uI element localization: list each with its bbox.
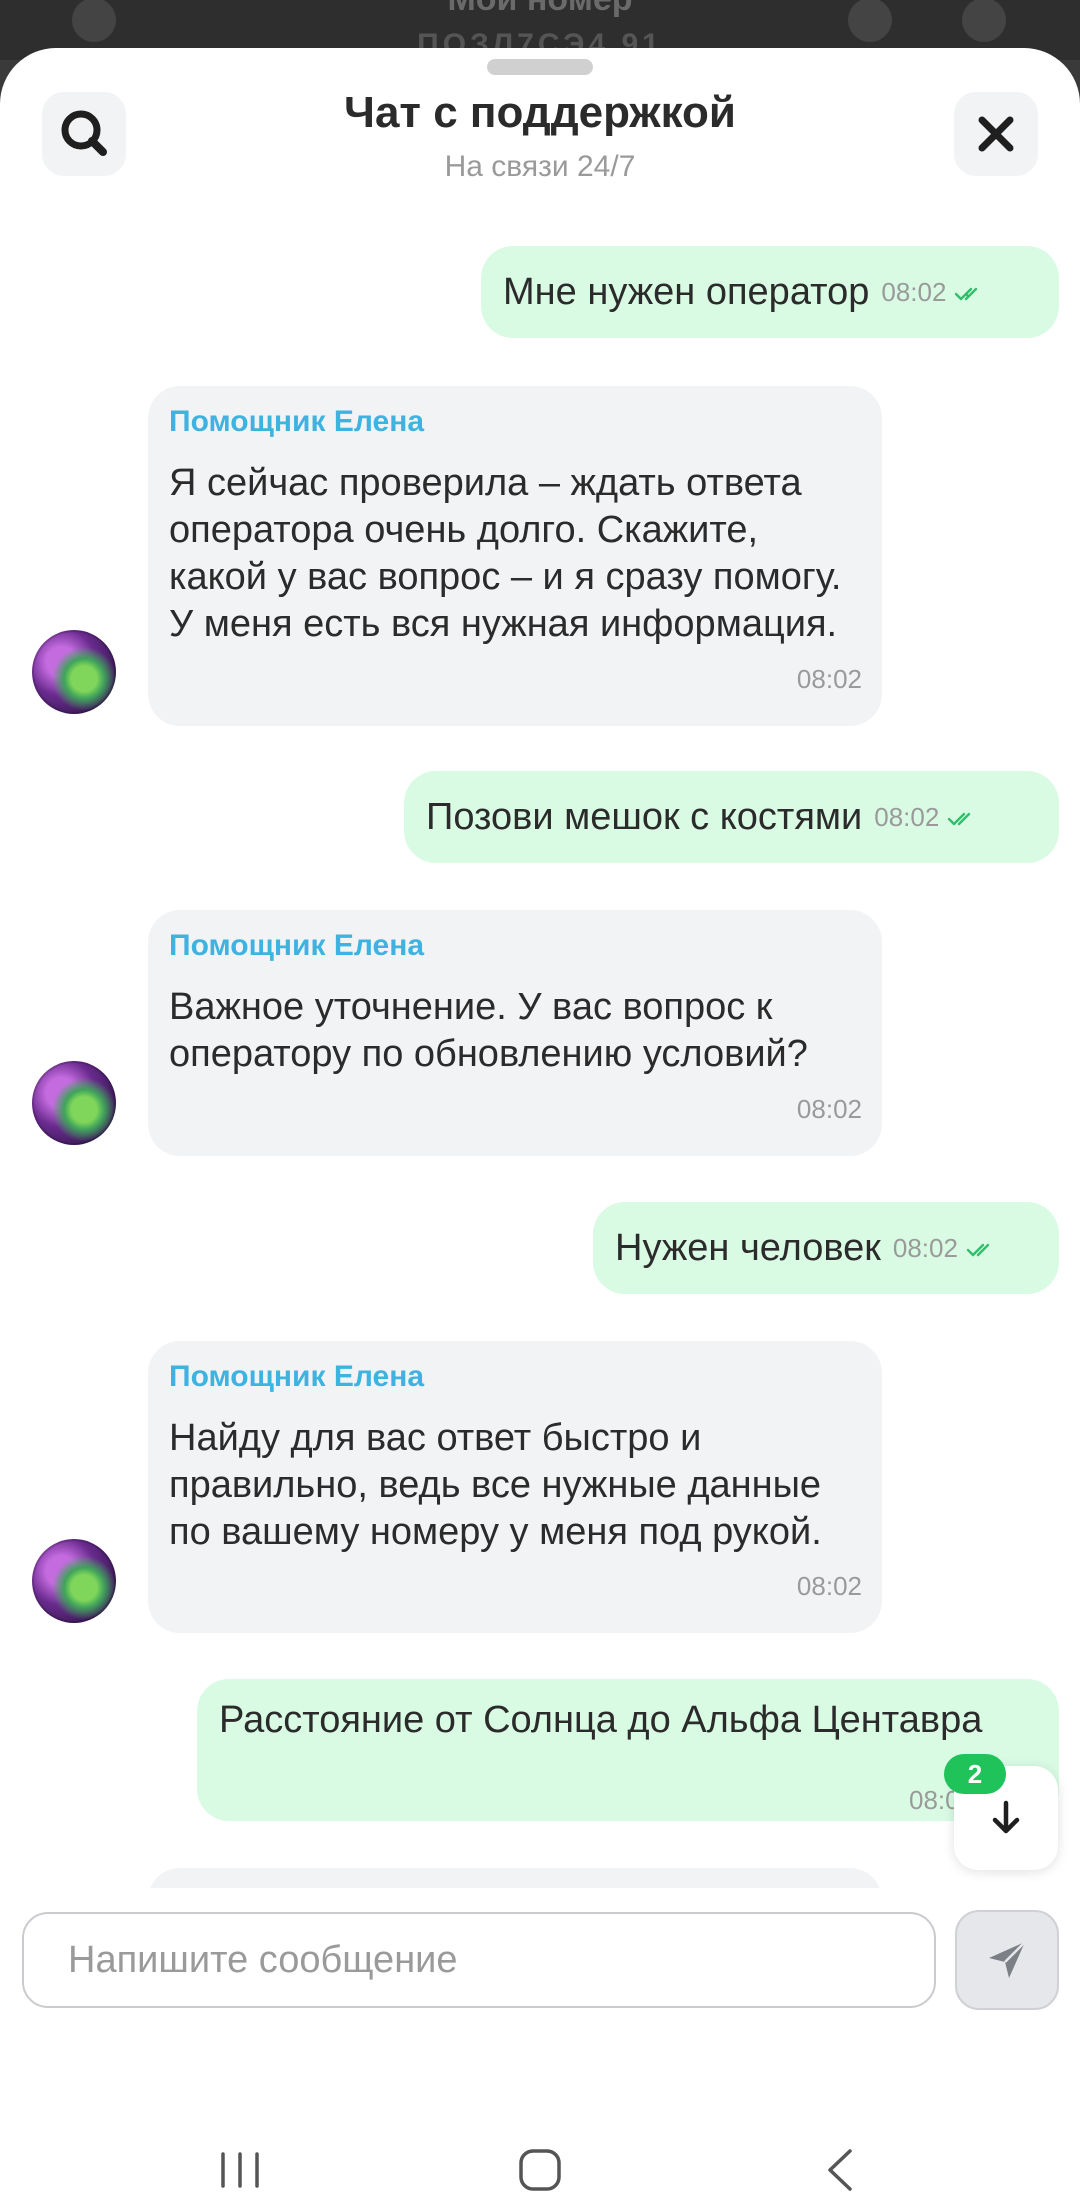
double-check-icon [948,812,971,825]
message-input[interactable] [22,1912,936,2008]
message-time: 08:02 [796,664,862,694]
message-text: Расстояние от Солнца до Альфа Центавра [219,1699,983,1741]
send-button[interactable] [955,1910,1059,2010]
double-check-icon [955,287,978,300]
message-text: Нужен человек [615,1226,881,1269]
message-outgoing: Позови мешок с костями 08:02 [404,771,1059,863]
recent-apps-button[interactable] [200,2138,280,2202]
back-button[interactable] [800,2138,880,2202]
message-outgoing: Расстояние от Солнца до Альфа Центавра 0… [197,1679,1059,1821]
message-time: 08:02 [796,1094,862,1124]
message-time: 08:02 [796,1571,862,1601]
double-check-icon [966,1243,990,1256]
message-time: 08:02 [874,794,977,841]
message-incoming: Помощник Елена Найду для вас ответ быстр… [148,1341,882,1633]
background-title: Мой номер [0,0,1080,19]
chat-subtitle: На связи 24/7 [444,150,636,183]
message-text: Позови мешок с костями [426,795,863,838]
background-chat-icon [848,0,892,42]
message-list[interactable]: Мне нужен оператор 08:02 Помощник Елена … [0,48,1080,1888]
message-incoming: Помощник Елена Я сейчас проверила – ждат… [148,386,882,726]
message-incoming: Помощник Елена Важное уточнение. У вас в… [148,910,882,1156]
chat-title: Чат с поддержкой [344,88,736,137]
message-sender: Помощник Елена [169,405,424,438]
background-bell-icon [962,0,1006,42]
close-icon [978,116,1014,152]
message-text: Я сейчас проверила – ждать ответа операт… [169,462,842,645]
assistant-avatar [32,1539,116,1623]
message-outgoing: Мне нужен оператор 08:02 [481,246,1059,338]
message-sender: Помощник Елена [169,1360,424,1393]
assistant-avatar [32,1061,116,1145]
close-button[interactable] [954,92,1038,176]
message-time: 08:02 [893,1225,996,1272]
unread-count-badge: 2 [944,1754,1006,1794]
message-incoming [148,1868,882,1888]
message-text: Мне нужен оператор [503,270,870,313]
back-icon [828,2149,852,2191]
message-text: Важное уточнение. У вас вопрос к операто… [169,986,808,1075]
arrow-down-icon [992,1800,1020,1834]
home-icon [519,2149,561,2191]
message-sender: Помощник Елена [169,929,424,962]
system-navigation-bar [0,2088,1080,2204]
send-icon [989,1941,1026,1978]
support-chat-sheet: Мне нужен оператор 08:02 Помощник Елена … [0,48,1080,2204]
message-time: 08:02 [881,269,984,316]
message-outgoing: Нужен человек 08:02 [593,1202,1059,1294]
assistant-avatar [32,630,116,714]
home-button[interactable] [500,2138,580,2202]
composer [0,1888,1080,2088]
recent-apps-icon [221,2152,259,2188]
message-text: Найду для вас ответ быстро и правильно, … [169,1417,822,1553]
